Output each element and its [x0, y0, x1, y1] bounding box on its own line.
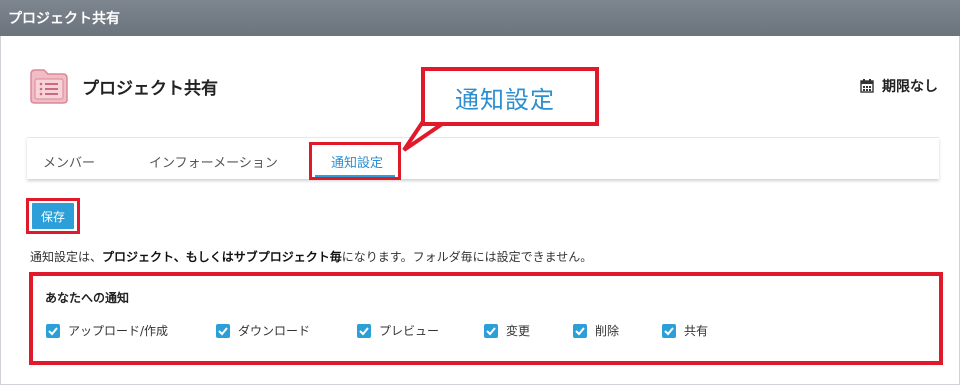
checkbox-share[interactable]: 共有: [662, 322, 708, 339]
deadline-indicator: 期限なし: [860, 76, 938, 96]
folder-list-icon: [30, 69, 68, 104]
checkbox-label: 削除: [595, 324, 620, 338]
checkbox-upload[interactable]: アップロード/作成: [46, 322, 168, 339]
checkbox-checked-icon[interactable]: [46, 323, 60, 338]
tab-members[interactable]: メンバー: [43, 152, 95, 171]
checkbox-checked-icon[interactable]: [216, 323, 230, 338]
calendar-icon: [860, 79, 874, 93]
checkbox-change[interactable]: 変更: [484, 322, 530, 339]
checkbox-checked-icon[interactable]: [573, 323, 587, 338]
checkbox-delete[interactable]: 削除: [573, 322, 619, 339]
window-title: プロジェクト共有: [8, 11, 120, 27]
tab-bar: メンバー インフォーメーション 通知設定: [27, 137, 939, 179]
description-text-2: になります。フォルダ毎には設定できません。: [341, 250, 593, 264]
checkbox-label: 変更: [506, 324, 531, 338]
deadline-label: 期限なし: [882, 79, 938, 95]
checkbox-label: ダウンロード: [238, 324, 311, 338]
description-bold: プロジェクト、もしくはサブプロジェクト毎: [102, 250, 342, 264]
description-text: 通知設定は、: [30, 250, 103, 264]
tab-highlight-frame: [309, 142, 401, 180]
checkbox-label: プレビュー: [379, 324, 440, 338]
checkbox-checked-icon[interactable]: [484, 323, 498, 338]
checkbox-checked-icon[interactable]: [357, 323, 371, 338]
project-title: プロジェクト共有: [82, 79, 218, 99]
window-titlebar: プロジェクト共有: [0, 0, 960, 36]
notifications-title: あなたへの通知: [45, 291, 130, 305]
notifications-section: [29, 272, 943, 365]
save-button[interactable]: 保存: [32, 203, 74, 229]
checkbox-preview[interactable]: プレビュー: [357, 322, 439, 339]
callout-box: 通知設定: [421, 67, 599, 126]
checkbox-label: アップロード/作成: [68, 324, 169, 338]
callout-text: 通知設定: [455, 86, 555, 114]
tab-information[interactable]: インフォーメーション: [149, 152, 278, 171]
checkbox-checked-icon[interactable]: [662, 323, 676, 338]
settings-description: 通知設定は、プロジェクト、もしくはサブプロジェクト毎になります。フォルダ毎には設…: [30, 248, 592, 265]
checkbox-label: 共有: [684, 324, 709, 338]
checkbox-download[interactable]: ダウンロード: [216, 322, 310, 339]
